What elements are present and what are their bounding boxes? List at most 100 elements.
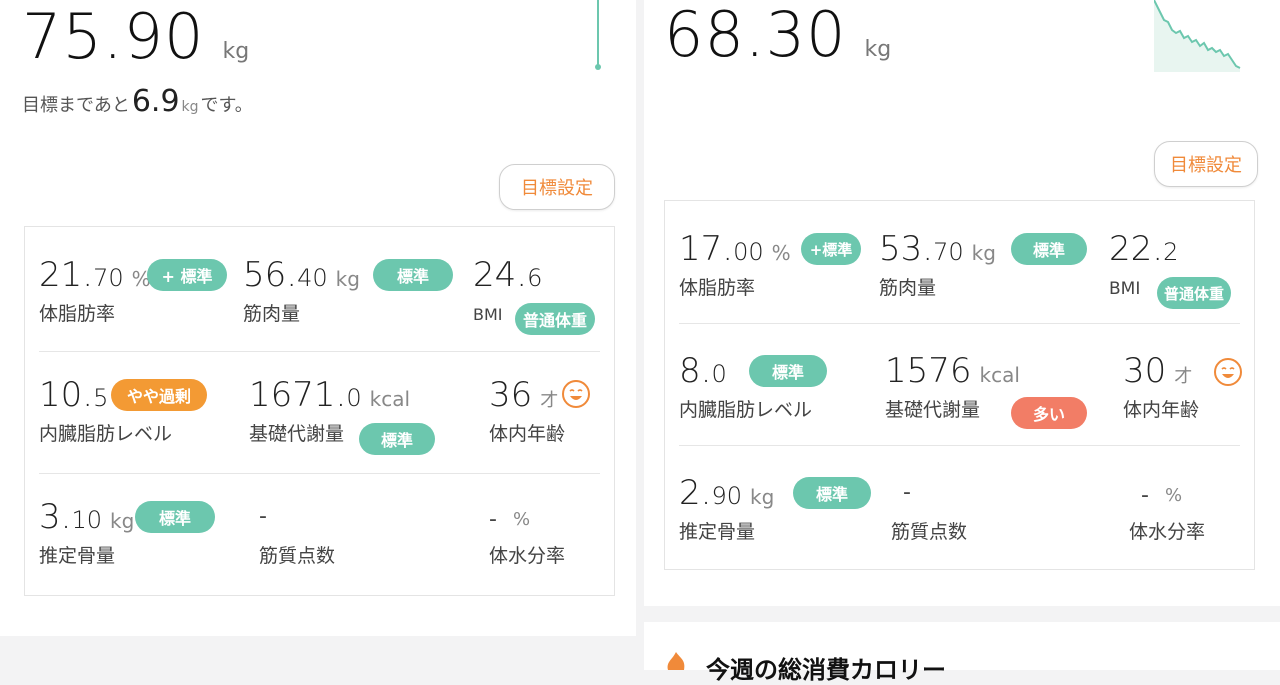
bmr-badge: 多い	[1011, 397, 1087, 429]
body-fat-label: 体脂肪率	[39, 303, 116, 325]
bmr-int: 1671.	[249, 375, 347, 415]
water-unit: %	[1164, 484, 1183, 506]
body-fat-label: 体脂肪率	[679, 277, 756, 299]
body-composition-card: 17. 00% 体脂肪率 +標準 53. 70 kg 筋肉量 標準 22. 2 BMI …	[664, 200, 1255, 570]
muscle-label: 筋肉量	[879, 277, 937, 299]
goal-setting-button[interactable]: 目標設定	[1154, 141, 1258, 187]
bmi-badge: 普通体重	[1157, 277, 1231, 309]
muscle-badge: 標準	[1011, 233, 1087, 265]
body-fat-int: 17.	[679, 229, 734, 269]
weight-value: 68.30	[664, 0, 847, 71]
bmr-dec: 0	[346, 384, 362, 412]
bone-label: 推定骨量	[39, 545, 116, 567]
bone-label: 推定骨量	[679, 521, 756, 543]
goal-remaining-value: 6.9	[131, 84, 180, 119]
row-divider	[39, 473, 600, 474]
bmr-unit: kcal	[979, 363, 1020, 387]
body-fat-badge: + 標準	[147, 259, 227, 291]
bmi-int: 24.	[473, 255, 528, 295]
weekly-calorie-title: 今週の総消費カロリー	[706, 656, 946, 684]
water-label: 体水分率	[489, 545, 566, 567]
metric-body-water[interactable]: - % 体水分率	[489, 497, 565, 568]
muscle-int: 53.	[879, 229, 934, 269]
bmi-dec: 6	[527, 264, 543, 292]
age-value: 36	[489, 375, 533, 415]
current-weight: 68.30 kg	[664, 0, 891, 71]
weight-unit: kg	[864, 37, 892, 62]
metric-bmr[interactable]: 1576 kcal 基礎代謝量	[885, 351, 1020, 422]
muscle-dec: 70	[933, 238, 964, 266]
metric-muscle[interactable]: 53. 70 kg 筋肉量	[879, 229, 996, 300]
water-value: -	[1141, 482, 1149, 508]
metric-body-age[interactable]: 36 才 体内年齢	[489, 375, 565, 446]
muscle-unit: kg	[971, 241, 996, 265]
bone-badge: 標準	[135, 501, 215, 533]
weight-trend-graph	[595, 0, 601, 70]
bmr-badge: 標準	[359, 423, 435, 455]
metric-bone-mass[interactable]: 3. 10 kg 推定骨量	[39, 497, 134, 568]
muscle-score-value: -	[259, 504, 267, 529]
metric-body-water[interactable]: - % 体水分率	[1129, 473, 1205, 544]
smile-face-icon	[1214, 358, 1242, 386]
metric-muscle-score[interactable]: - 筋質点数	[891, 473, 967, 544]
left-panel: 75.90 kg 目標まであと 6.9 kg です。 目標設定 21. 70% 体…	[0, 0, 636, 636]
body-fat-int: 21.	[39, 255, 94, 295]
body-fat-badge: +標準	[801, 233, 861, 265]
age-label: 体内年齢	[1123, 399, 1200, 421]
metric-muscle[interactable]: 56. 40 kg 筋肉量	[243, 255, 360, 326]
goal-remaining: 目標まであと 6.9 kg です。	[22, 84, 253, 119]
visceral-dec: 0	[711, 360, 727, 388]
goal-remaining-suffix: です。	[200, 95, 253, 116]
weight-unit: kg	[222, 39, 250, 64]
bmi-dec: 2	[1163, 238, 1179, 266]
current-weight: 75.90 kg	[22, 0, 249, 73]
metric-muscle-score[interactable]: - 筋質点数	[259, 497, 335, 568]
metric-body-age[interactable]: 30 才 体内年齢	[1123, 351, 1199, 422]
bone-int: 3.	[39, 497, 72, 537]
bmr-int: 1576	[885, 351, 972, 391]
bmi-int: 22.	[1109, 229, 1164, 269]
body-composition-card: 21. 70% 体脂肪率 + 標準 56. 40 kg 筋肉量 標準 24. 6 BMI…	[24, 226, 615, 596]
age-unit: 才	[1174, 366, 1193, 387]
body-fat-dec: 70	[93, 264, 124, 292]
goal-setting-button[interactable]: 目標設定	[499, 164, 615, 210]
visceral-int: 8.	[679, 351, 712, 391]
metric-body-fat[interactable]: 21. 70% 体脂肪率	[39, 255, 151, 326]
visceral-badge: やや過剰	[111, 379, 207, 411]
bone-unit: kg	[750, 485, 775, 509]
bone-unit: kg	[110, 509, 135, 533]
age-unit: 才	[540, 390, 559, 411]
muscle-unit: kg	[335, 267, 360, 291]
muscle-score-label: 筋質点数	[891, 521, 968, 543]
bone-badge: 標準	[793, 477, 871, 509]
row-divider	[679, 445, 1240, 446]
smile-face-icon	[562, 380, 590, 408]
bmr-label: 基礎代謝量	[885, 399, 981, 421]
bone-int: 2.	[679, 473, 712, 513]
muscle-score-label: 筋質点数	[259, 545, 336, 567]
age-value: 30	[1123, 351, 1167, 391]
body-fat-unit: %	[771, 241, 791, 265]
body-fat-dec: 00	[733, 238, 764, 266]
metric-body-fat[interactable]: 17. 00% 体脂肪率	[679, 229, 791, 300]
water-value: -	[489, 506, 497, 532]
flame-icon	[667, 652, 685, 670]
water-label: 体水分率	[1129, 521, 1206, 543]
goal-remaining-prefix: 目標まであと	[22, 95, 130, 116]
muscle-dec: 40	[297, 264, 328, 292]
row-divider	[39, 351, 600, 352]
right-panel: 68.30 kg 目標設定 17. 00% 体脂肪率 +標準 53. 70 kg 筋肉…	[644, 0, 1280, 606]
water-unit: %	[512, 508, 531, 530]
bone-dec: 10	[71, 506, 102, 534]
muscle-score-value: -	[903, 480, 911, 505]
visceral-label: 内臓脂肪レベル	[679, 399, 813, 421]
visceral-label: 内臓脂肪レベル	[39, 423, 173, 445]
metric-bone-mass[interactable]: 2. 90 kg 推定骨量	[679, 473, 774, 544]
bmr-unit: kcal	[369, 387, 411, 411]
bone-dec: 90	[711, 482, 742, 510]
muscle-int: 56.	[243, 255, 298, 295]
visceral-badge: 標準	[749, 355, 827, 387]
age-label: 体内年齢	[489, 423, 566, 445]
visceral-int: 10.	[39, 375, 94, 415]
bmi-badge: 普通体重	[515, 303, 595, 335]
